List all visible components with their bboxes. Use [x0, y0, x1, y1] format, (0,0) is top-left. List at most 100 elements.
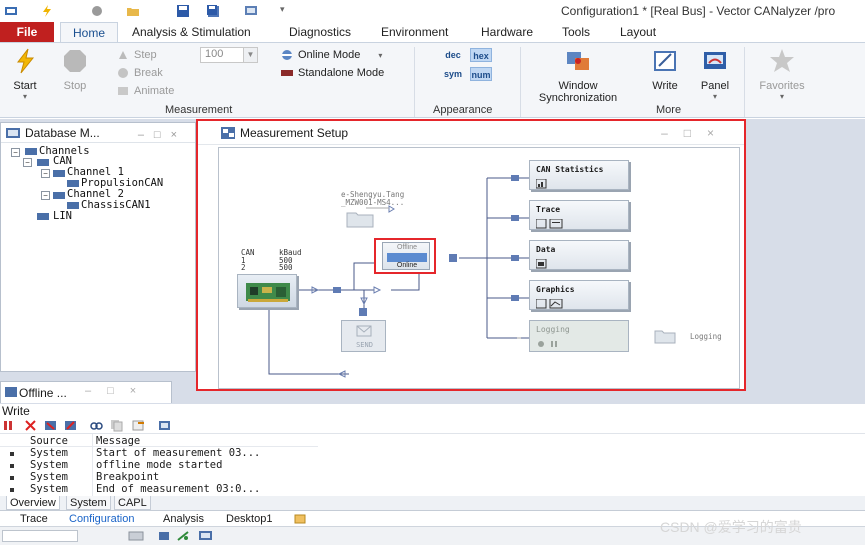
write-row-source: System [30, 483, 68, 495]
stop-button[interactable]: Stop [56, 47, 94, 92]
quick-access-dropdown-icon[interactable]: ▾ [280, 4, 285, 15]
window-controls[interactable]: ‒□× [661, 121, 730, 145]
save-icon[interactable] [176, 4, 190, 18]
desktop-tab-configuration[interactable]: Configuration [69, 512, 134, 526]
break-button[interactable]: Break [116, 66, 163, 80]
can-card-icon [246, 283, 290, 302]
write-row-message: End of measurement 03:0... [96, 483, 261, 495]
logging-file-folder-icon[interactable] [654, 328, 676, 344]
filter-icon[interactable] [44, 419, 57, 432]
start-button[interactable]: Start ▾ [6, 47, 44, 101]
graphics-block[interactable]: Graphics [529, 280, 629, 310]
row-bullet-icon [10, 452, 14, 456]
folder-icon[interactable] [346, 210, 374, 228]
animate-icon [118, 87, 128, 95]
save-all-icon[interactable] [206, 4, 220, 18]
tab-environment[interactable]: Environment [373, 22, 456, 42]
write-icon [654, 51, 676, 71]
desktop-tab-desktop1[interactable]: Desktop1 [226, 512, 272, 526]
ribbon-separator [520, 47, 521, 117]
write-row-message: Start of measurement 03... [96, 447, 261, 459]
open-folder-icon[interactable] [126, 4, 140, 18]
hex-toggle[interactable]: hex [470, 48, 492, 62]
can-channel-2: 2 [241, 263, 246, 272]
tab-diagnostics[interactable]: Diagnostics [281, 22, 359, 42]
copy-icon[interactable] [110, 419, 123, 432]
step-button[interactable]: Step [116, 48, 157, 62]
panel-dropdown-icon[interactable]: ▾ [696, 92, 734, 101]
standalone-mode-icon [281, 70, 293, 76]
connection-lines [268, 175, 674, 378]
animation-speed-select[interactable]: 100 ▼ [200, 47, 258, 63]
source-column-header[interactable]: Source [30, 435, 68, 447]
standalone-mode-button[interactable]: Standalone Mode [280, 66, 384, 80]
offline-panel: Offline ... ‒□× [0, 381, 172, 403]
favorites-button[interactable]: Favorites ▾ [752, 47, 812, 101]
tab-capl[interactable]: CAPL [114, 496, 151, 510]
filter-settings-icon[interactable] [64, 419, 77, 432]
tab-home[interactable]: Home [60, 22, 118, 42]
tab-file[interactable]: File [0, 22, 54, 42]
switch-online-label: Online [396, 262, 418, 269]
panel-button[interactable]: Panel ▾ [696, 47, 734, 101]
data-label: Data [536, 245, 556, 254]
window-synchronization-button[interactable]: Window Synchronization [528, 47, 628, 104]
online-mode-button[interactable]: Online Mode ▾ [280, 48, 382, 62]
lightning-icon [16, 48, 35, 74]
window-sync-label: Window Synchronization [538, 80, 618, 104]
tab-analysis-stimulation[interactable]: Analysis & Stimulation [124, 22, 259, 42]
tab-hardware[interactable]: Hardware [473, 22, 541, 42]
graphics-icon [536, 299, 563, 309]
find-icon[interactable] [90, 419, 103, 432]
favorites-dropdown-icon[interactable]: ▾ [752, 92, 812, 101]
tree-icons [25, 148, 79, 220]
trace-block[interactable]: Trace [529, 200, 629, 230]
export-icon[interactable] [132, 419, 145, 432]
new-desktop-icon[interactable] [294, 513, 306, 524]
desktop-tab-trace[interactable]: Trace [20, 512, 48, 526]
message-column-header[interactable]: Message [96, 435, 140, 447]
data-block[interactable]: Data [529, 240, 629, 270]
panel-window-controls[interactable]: ‒□× [138, 125, 187, 145]
online-mode-dropdown-icon[interactable]: ▾ [378, 51, 382, 60]
start-dropdown-icon[interactable]: ▾ [6, 92, 44, 101]
tab-overview[interactable]: Overview [6, 496, 60, 510]
properties-icon[interactable] [158, 419, 171, 432]
tab-layout[interactable]: Layout [612, 22, 664, 42]
num-toggle[interactable]: num [470, 67, 492, 81]
write-label: Write [652, 80, 678, 92]
logging-block[interactable]: Logging [529, 320, 629, 352]
can-statistics-block[interactable]: CAN Statistics [529, 160, 629, 190]
tab-tools[interactable]: Tools [554, 22, 598, 42]
write-button[interactable]: Write [646, 47, 684, 92]
database-icon [6, 128, 20, 138]
row-bullet-icon [10, 464, 14, 468]
trace-icon [536, 219, 563, 229]
write-row-source: System [30, 471, 68, 483]
sym-toggle[interactable]: sym [442, 67, 464, 81]
send-block[interactable]: SEND [341, 320, 386, 352]
write-window: Source Message System Start of measureme… [0, 434, 865, 496]
write-window-label: Write [2, 404, 30, 418]
online-offline-switch[interactable]: Offline Online [374, 238, 436, 274]
ribbon: Start ▾ Stop Step Break Animate 100 ▼ On… [0, 42, 865, 118]
title-bar: ▾ Configuration1 * [Real Bus] - Vector C… [0, 0, 865, 22]
switch-offline-label: Offline [396, 244, 418, 251]
config-icon[interactable] [244, 4, 258, 18]
dec-toggle[interactable]: dec [442, 48, 464, 62]
window-title: Configuration1 * [Real Bus] - Vector CAN… [561, 4, 836, 18]
stop-icon[interactable] [90, 4, 104, 18]
desktop-tab-analysis[interactable]: Analysis [163, 512, 204, 526]
window-controls[interactable]: ‒□× [85, 385, 152, 397]
pause-icon[interactable] [2, 419, 15, 432]
switch-toggle-icon [387, 253, 427, 262]
can-hardware-block[interactable] [237, 274, 297, 308]
break-label: Break [134, 67, 163, 79]
clear-icon[interactable] [24, 419, 37, 432]
animate-button[interactable]: Animate [116, 84, 174, 98]
logging-label: Logging [536, 325, 570, 334]
chevron-down-icon[interactable]: ▼ [243, 48, 257, 62]
lightning-icon[interactable] [40, 4, 54, 18]
animate-label: Animate [134, 85, 175, 97]
tab-system[interactable]: System [66, 496, 111, 510]
